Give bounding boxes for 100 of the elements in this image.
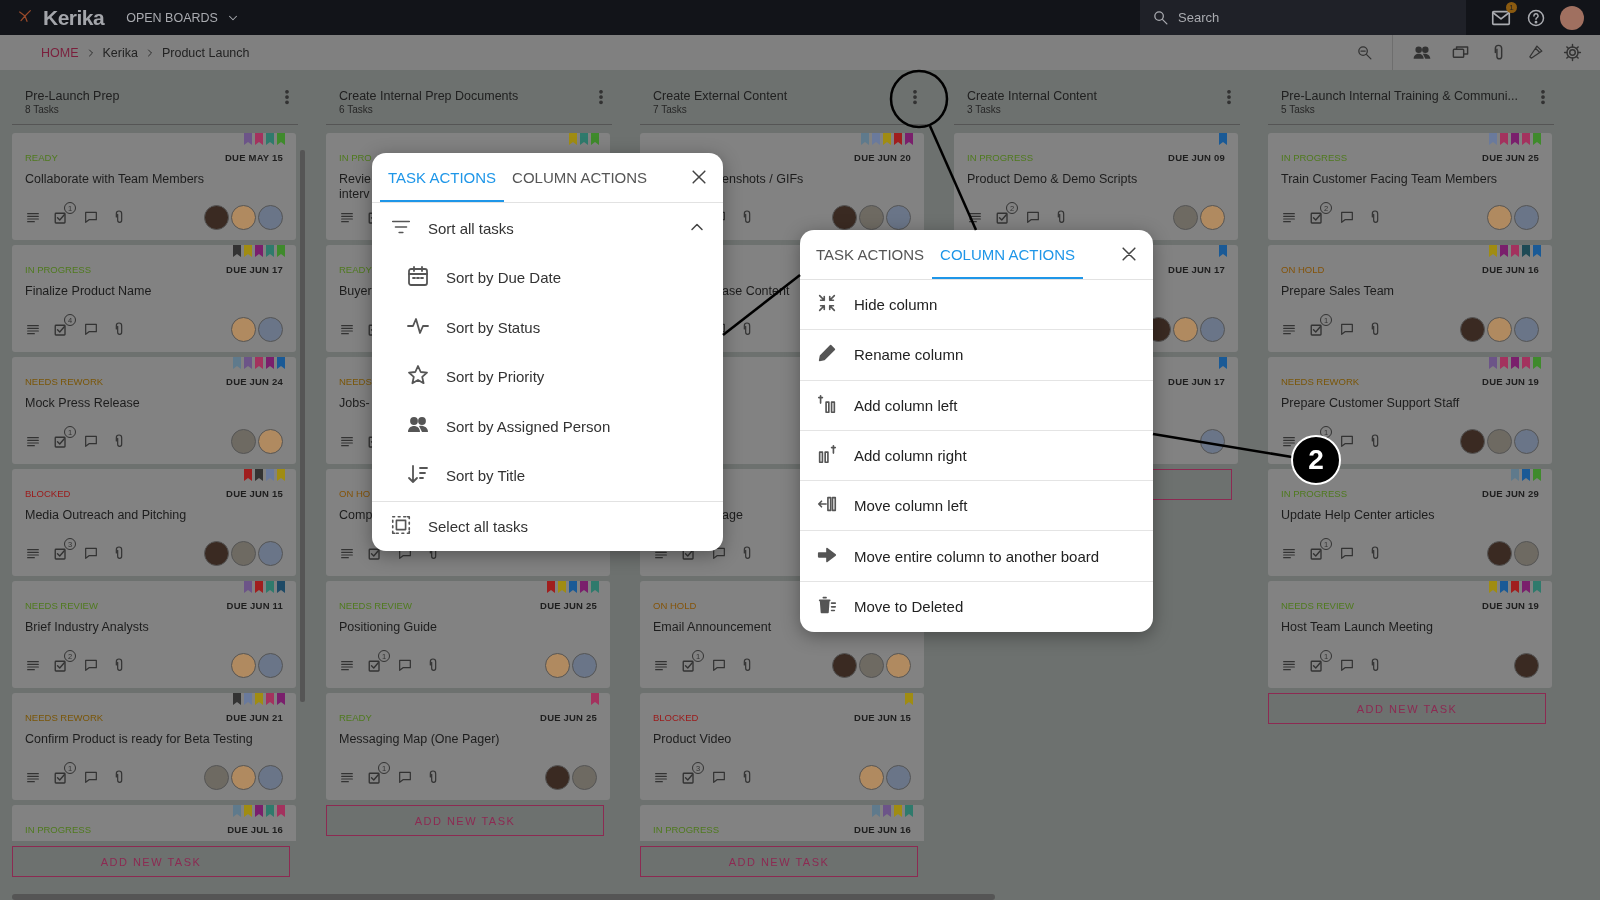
task-title: Messaging Map (One Pager) [339,732,500,747]
scrollbar[interactable] [12,894,995,900]
task-title: Finalize Product Name [25,284,152,299]
logo: Kerika [43,5,105,30]
due-date: DUE JUN 15 [854,712,911,724]
due-date: DUE JUN 09 [1168,152,1225,164]
task-title: Update Help Center articles [1281,508,1435,523]
column-action[interactable]: Move column left [800,481,1153,532]
task-card[interactable]: IN PROGRESS DUE JUN 16 [640,805,924,841]
sort-option[interactable]: Sort by Priority [372,352,723,402]
task-title: Email Announcement [653,620,772,635]
task-title: Product Video [653,732,732,747]
task-status: IN PROGRESS [967,152,1033,164]
task-title: Confirm Product is ready for Beta Testing [25,732,253,747]
scrollbar[interactable] [300,150,305,702]
sort-option[interactable]: Sort by Status [372,302,723,352]
task-title: Brief Industry Analysts [25,620,149,635]
add-column-right-icon [816,443,838,466]
task-title: Buyer [339,284,372,299]
task-card[interactable]: IN PROGRESS DUE JUL 16 [12,805,296,841]
tab[interactable]: COLUMN ACTIONS [932,232,1084,279]
due-date: DUE JUN 24 [226,376,283,388]
task-status: NEEDS [339,376,372,388]
sort-option[interactable]: Sort by Assigned Person [372,401,723,451]
task-count: 6 Tasks [339,104,373,115]
column-title: Pre-Launch Internal Training & Communi... [1281,89,1518,103]
flashlight-icon[interactable] [1527,44,1544,61]
sort-option[interactable]: Sort by Due Date [372,253,723,303]
calendar-icon [406,264,430,289]
task-title: Positioning Guide [339,620,437,635]
due-date: DUE JUN 25 [540,712,597,724]
task-status: READY [339,264,372,276]
task-status: IN PROGRESS [25,824,91,836]
task-title: enshots / GIFs [722,172,804,187]
tab[interactable]: TASK ACTIONS [380,155,505,202]
task-status: ON HOLD [653,600,697,612]
task-status: BLOCKED [25,488,71,500]
task-status: IN PROGRESS [1281,152,1347,164]
column-action[interactable]: Add column left [800,380,1153,431]
task-status: NEEDS REVIEW [1281,600,1354,612]
due-date: DUE JUN 19 [1482,376,1539,388]
task-title: age [722,508,743,523]
search-field[interactable]: Search [1140,0,1466,35]
task-status: READY [25,152,58,164]
task-title: Comp [339,508,373,523]
task-status: NEEDS REWORK [25,712,104,724]
task-status: IN PRO [339,152,372,164]
column-title: Create Internal Prep Documents [339,89,519,103]
zoom-out-icon[interactable] [1356,44,1373,61]
task-status: IN PROGRESS [1281,488,1347,500]
due-date: DUE JUN 25 [540,600,597,612]
column-title: Create External Content [653,89,788,103]
task-count: 8 Tasks [25,104,59,115]
due-date: DUE JUN 16 [1482,264,1539,276]
breadcrumb-link[interactable]: Kerika [102,45,138,60]
due-date: DUE JUN 19 [1482,600,1539,612]
due-date: DUE JUN 21 [226,712,283,724]
due-date: DUE JUN 20 [854,152,911,164]
user-avatar[interactable] [1560,5,1584,30]
due-date: DUE JUN 25 [1482,152,1539,164]
due-date: DUE JUN 17 [1168,376,1225,388]
task-status: NEEDS REVIEW [25,600,98,612]
open-boards-menu[interactable]: OPEN BOARDS [126,10,240,25]
column-action[interactable]: Move entire column to another board [800,531,1153,582]
settings-icon[interactable] [1563,43,1582,62]
task-status: IN PROGRESS [653,824,719,836]
task-status: ON HOLD [1281,264,1325,276]
task-status: IN PROGRESS [25,264,91,276]
task-status: BLOCKED [653,712,699,724]
sort-option[interactable]: Sort by Title [372,451,723,501]
due-date: DUE MAY 15 [225,152,283,164]
task-status: NEEDS REVIEW [339,600,412,612]
task-title: Train Customer Facing Team Members [1281,172,1498,187]
task-status: NEEDS REWORK [25,376,104,388]
task-status: ON HO [339,488,371,500]
breadcrumb-link[interactable]: HOME [41,45,79,60]
task-title: Jobs- [339,396,370,411]
task-title: Prepare Sales Team [1281,284,1395,299]
column-action[interactable]: Add column right [800,430,1153,482]
task-count: 5 Tasks [1281,104,1315,115]
close-button[interactable] [1119,244,1139,264]
due-date: DUE JUN 16 [854,824,911,836]
task-count: 3 Tasks [967,104,1001,115]
select-all-option[interactable]: Select all tasks [372,500,723,551]
due-date: DUE JUN 17 [226,264,283,276]
task-count: 7 Tasks [653,104,687,115]
notification-badge: 1 [1506,1,1517,13]
column-action[interactable]: Hide column [800,280,1153,331]
help-icon[interactable] [1526,7,1546,28]
close-icon [1119,244,1139,264]
select-all-icon [390,513,412,536]
task-title: Collaborate with Team Members [25,172,204,187]
search-icon [1152,9,1169,26]
due-date: DUE JUN 11 [226,600,283,612]
column-title: Create Internal Content [967,89,1097,103]
column-action[interactable]: Rename column [800,330,1153,381]
task-status: NEEDS REWORK [1281,376,1360,388]
logo-icon [17,7,33,24]
column-title: Pre-Launch Prep [25,89,120,103]
breadcrumb-link[interactable]: Product Launch [161,45,250,60]
